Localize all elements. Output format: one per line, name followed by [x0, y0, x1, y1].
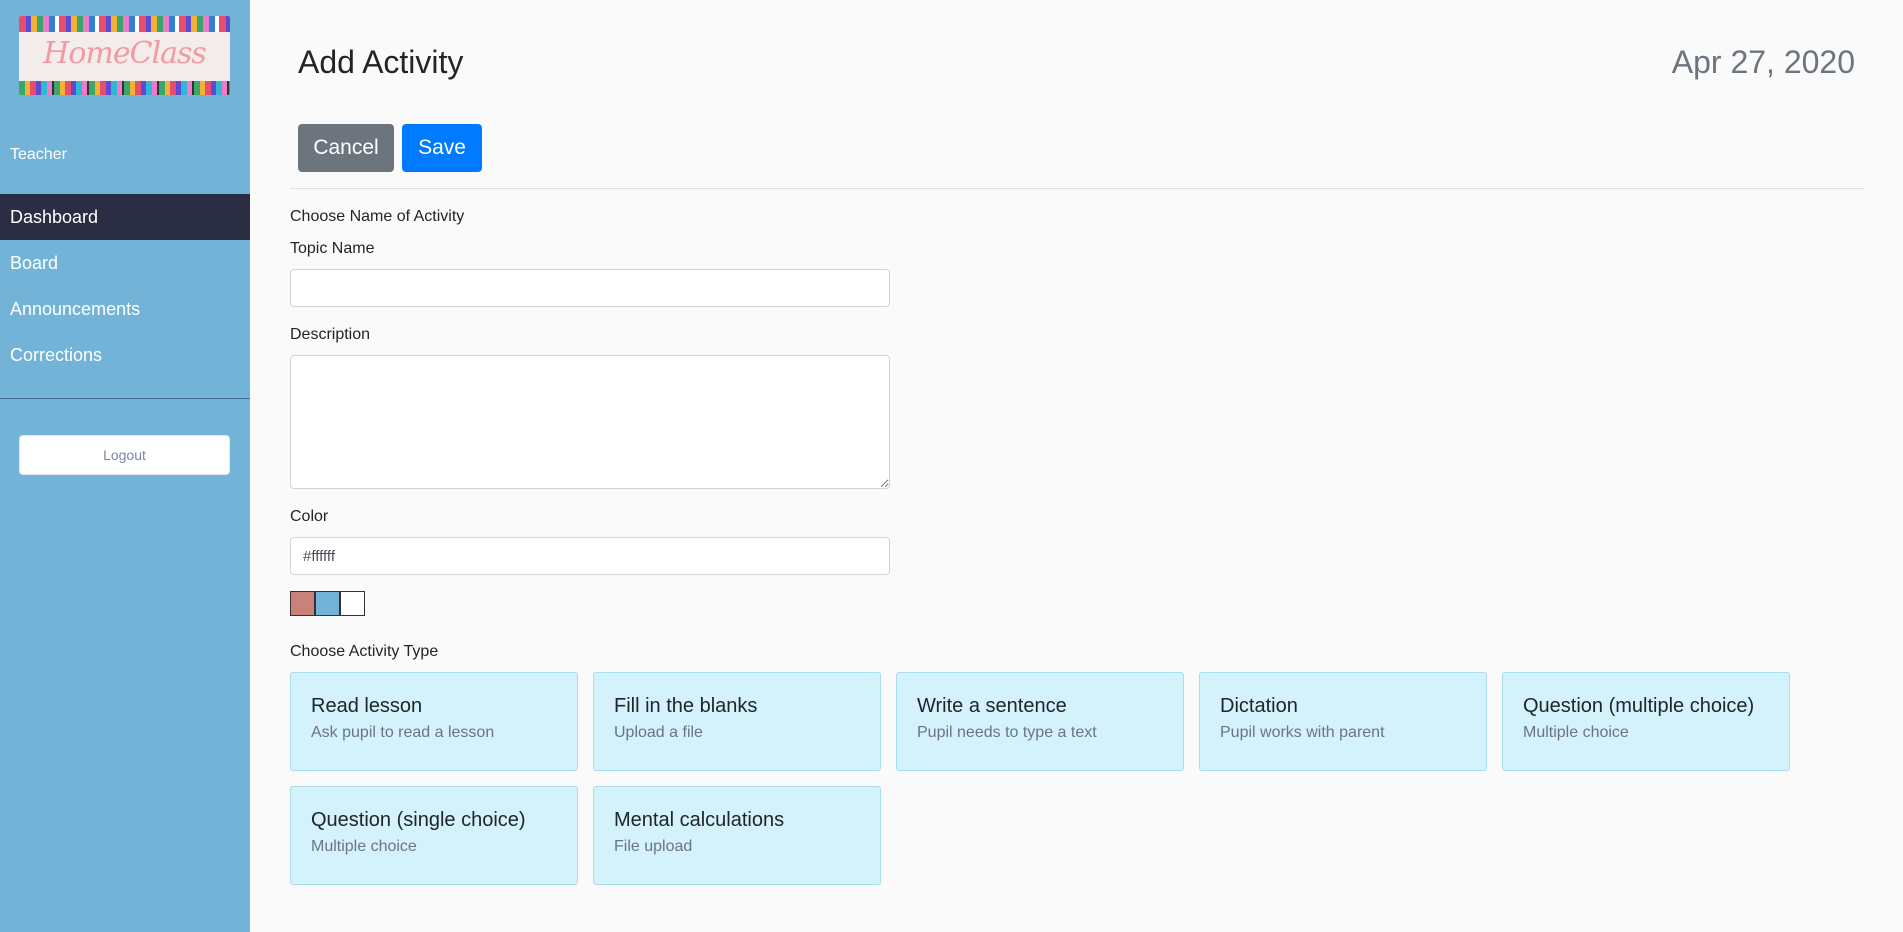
activity-card-single-choice[interactable]: Question (single choice) Multiple choice [290, 786, 578, 885]
card-title: Dictation [1220, 695, 1298, 717]
card-subtitle: Upload a file [614, 724, 703, 741]
card-title: Question (multiple choice) [1523, 695, 1755, 717]
logo-text: HomeClass [43, 36, 207, 71]
sidebar-item-board[interactable]: Board [0, 240, 250, 286]
page-title: Add Activity [298, 44, 464, 80]
swatch-white[interactable] [340, 591, 365, 616]
homeclass-logo[interactable]: HomeClass [19, 16, 230, 95]
card-title: Write a sentence [917, 695, 1067, 717]
swatch-blue[interactable] [315, 591, 340, 616]
swatch-rose[interactable] [290, 591, 315, 616]
sidebar: HomeClass Teacher Dashboard Board Announ… [0, 0, 250, 932]
activity-card-mental-calculations[interactable]: Mental calculations File upload [593, 786, 881, 885]
card-subtitle: Multiple choice [311, 838, 417, 855]
logo-pencils-bottom [19, 81, 230, 95]
card-title: Fill in the blanks [614, 695, 758, 717]
sidebar-item-corrections[interactable]: Corrections [0, 332, 250, 378]
card-subtitle: Pupil needs to type a text [917, 724, 1097, 741]
activity-card-fill-blanks[interactable]: Fill in the blanks Upload a file [593, 672, 881, 771]
save-button[interactable]: Save [402, 124, 482, 172]
card-subtitle: Pupil works with parent [1220, 724, 1385, 741]
description-label: Description [290, 326, 371, 343]
card-subtitle: Multiple choice [1523, 724, 1629, 741]
activity-card-read-lesson[interactable]: Read lesson Ask pupil to read a lesson [290, 672, 578, 771]
cancel-button[interactable]: Cancel [298, 124, 394, 172]
topic-name-input[interactable] [290, 269, 890, 307]
card-title: Question (single choice) [311, 809, 526, 831]
color-label: Color [290, 508, 329, 525]
card-subtitle: File upload [614, 838, 693, 855]
sidebar-item-dashboard[interactable]: Dashboard [0, 194, 250, 240]
logout-button[interactable]: Logout [19, 435, 230, 475]
section-activity-type: Choose Activity Type [290, 643, 439, 660]
activity-card-write-sentence[interactable]: Write a sentence Pupil needs to type a t… [896, 672, 1184, 771]
sidebar-nav: Dashboard Board Announcements Correction… [0, 194, 250, 378]
logo-pencils-top [19, 16, 230, 32]
card-title: Mental calculations [614, 809, 785, 831]
activity-card-multiple-choice[interactable]: Question (multiple choice) Multiple choi… [1502, 672, 1790, 771]
sidebar-divider [0, 398, 250, 399]
topic-name-label: Topic Name [290, 240, 375, 257]
activity-card-dictation[interactable]: Dictation Pupil works with parent [1199, 672, 1487, 771]
color-input[interactable] [290, 537, 890, 575]
sidebar-item-announcements[interactable]: Announcements [0, 286, 250, 332]
user-role: Teacher [10, 146, 67, 163]
section-activity-name: Choose Name of Activity [290, 208, 465, 225]
page-date: Apr 27, 2020 [1671, 44, 1855, 80]
card-title: Read lesson [311, 695, 423, 717]
card-subtitle: Ask pupil to read a lesson [311, 724, 495, 741]
color-swatches [290, 591, 365, 616]
header-divider [290, 188, 1864, 189]
description-textarea[interactable] [290, 355, 890, 489]
